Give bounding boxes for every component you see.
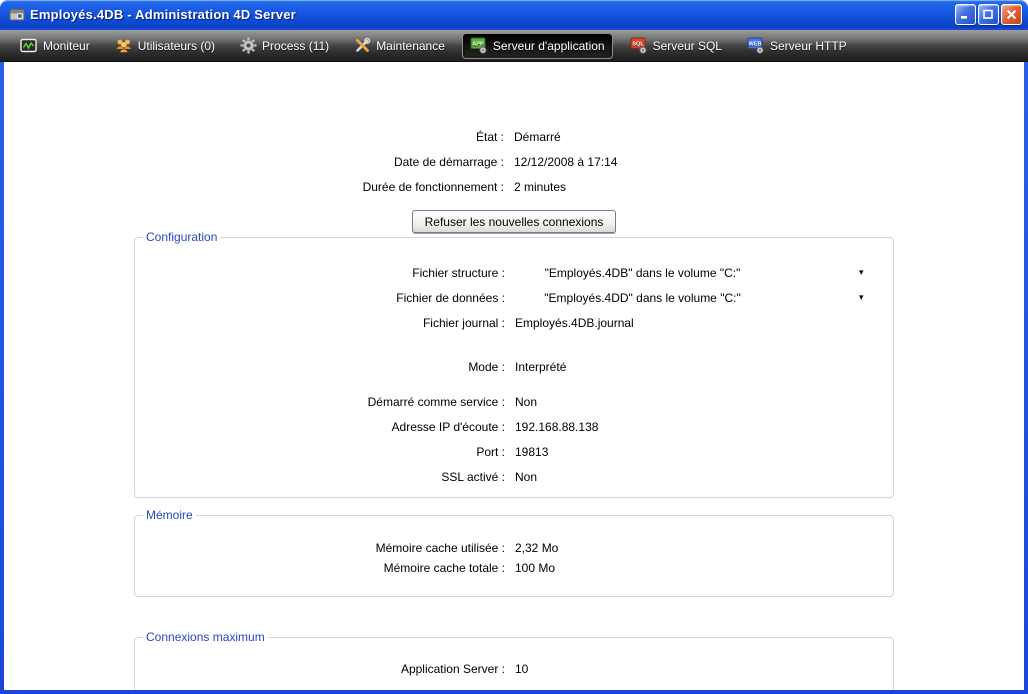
app-window: Employés.4DB - Administration 4D Server <box>0 0 1028 694</box>
content-area: État : Démarré Date de démarrage : 12/12… <box>4 62 1024 690</box>
config-row-fichier-donnees: Fichier de données : "Employés.4DD" dans… <box>135 285 883 310</box>
close-button[interactable] <box>1001 4 1022 25</box>
field-label: SSL activé : <box>135 470 505 484</box>
dropdown-arrow-icon[interactable]: ▾ <box>859 292 864 301</box>
field-value: 2,32 Mo <box>515 541 558 555</box>
config-row-ssl: SSL activé : Non <box>135 464 883 489</box>
field-label: Application Server : <box>135 662 505 676</box>
maximize-button[interactable] <box>978 4 999 25</box>
monitor-chart-icon <box>20 38 38 54</box>
field-value: 2 minutes <box>514 180 566 194</box>
gear-icon <box>240 37 257 54</box>
toolbar-item-label: Utilisateurs (0) <box>138 39 215 53</box>
conn-row-application-server: Application Server : 10 <box>135 659 883 679</box>
field-label: Mode : <box>135 360 505 374</box>
max-connections-group-title: Connexions maximum <box>143 630 268 644</box>
config-row-fichier-structure: Fichier structure : "Employés.4DB" dans … <box>135 260 883 285</box>
memory-group-title: Mémoire <box>143 508 196 522</box>
field-label: Port : <box>135 445 505 459</box>
status-row-date-demarrage: Date de démarrage : 12/12/2008 à 17:14 <box>4 149 1024 174</box>
config-row-mode: Mode : Interprété <box>135 354 883 379</box>
app-server-icon: APP <box>470 37 488 54</box>
users-icon <box>115 38 133 54</box>
close-icon <box>1006 9 1017 20</box>
field-value: Employés.4DB.journal <box>515 316 634 330</box>
field-label: Démarré comme service : <box>135 395 505 409</box>
server-status-block: État : Démarré Date de démarrage : 12/12… <box>4 62 1024 199</box>
field-label: Adresse IP d'écoute : <box>135 420 505 434</box>
config-row-service: Démarré comme service : Non <box>135 389 883 414</box>
sql-server-icon: SQL <box>630 37 648 54</box>
config-row-port: Port : 19813 <box>135 439 883 464</box>
configuration-group-title: Configuration <box>143 230 220 244</box>
field-value: 10 <box>515 662 528 676</box>
toolbar-item-moniteur[interactable]: Moniteur <box>12 33 98 59</box>
field-value: Non <box>515 395 537 409</box>
field-value: 100 Mo <box>515 561 555 575</box>
memory-row-cache-totale: Mémoire cache totale : 100 Mo <box>135 558 883 578</box>
minimize-button[interactable] <box>955 4 976 25</box>
status-row-duree: Durée de fonctionnement : 2 minutes <box>4 174 1024 199</box>
status-row-etat: État : Démarré <box>4 124 1024 149</box>
toolbar-item-label: Serveur SQL <box>653 39 722 53</box>
toolbar-item-label: Maintenance <box>376 39 445 53</box>
field-label: Fichier journal : <box>135 316 505 330</box>
window-title: Employés.4DB - Administration 4D Server <box>30 7 955 22</box>
field-label: État : <box>4 130 504 144</box>
max-connections-group: Connexions maximum Application Server : … <box>134 630 894 690</box>
field-value: "Employés.4DD" dans le volume "C:" <box>515 291 770 305</box>
config-row-fichier-journal: Fichier journal : Employés.4DB.journal <box>135 310 883 335</box>
field-label: Fichier de données : <box>135 291 505 305</box>
toolbar-item-label: Serveur d'application <box>493 39 605 53</box>
field-value: Non <box>515 470 537 484</box>
toolbar-item-label: Moniteur <box>43 39 90 53</box>
field-label: Durée de fonctionnement : <box>4 180 504 194</box>
toolbar-item-serveur-sql[interactable]: SQL Serveur SQL <box>622 33 730 59</box>
field-label: Mémoire cache utilisée : <box>135 541 505 555</box>
toolbar-item-label: Serveur HTTP <box>770 39 847 53</box>
svg-text:SQL: SQL <box>632 42 644 48</box>
refuse-connections-button[interactable]: Refuser les nouvelles connexions <box>412 210 617 233</box>
toolbar-item-label: Process (11) <box>262 39 329 53</box>
dropdown-arrow-icon[interactable]: ▾ <box>859 267 864 276</box>
field-label: Fichier structure : <box>135 266 505 280</box>
config-row-adresse-ip: Adresse IP d'écoute : 192.168.88.138 <box>135 414 883 439</box>
titlebar: Employés.4DB - Administration 4D Server <box>0 0 1028 28</box>
field-label: Date de démarrage : <box>4 155 504 169</box>
field-value: Interprété <box>515 360 566 374</box>
toolbar-item-maintenance[interactable]: Maintenance <box>346 33 453 59</box>
toolbar-item-serveur-http[interactable]: WEB Serveur HTTP <box>739 33 855 59</box>
field-value: 19813 <box>515 445 548 459</box>
toolbar-item-utilisateurs[interactable]: Utilisateurs (0) <box>107 33 223 59</box>
field-value: "Employés.4DB" dans le volume "C:" <box>515 266 770 280</box>
maximize-icon <box>983 9 994 20</box>
field-value: Démarré <box>514 130 561 144</box>
structure-file-dropdown[interactable]: "Employés.4DB" dans le volume "C:" ▾ <box>515 266 883 280</box>
minimize-icon <box>960 9 971 20</box>
tools-icon <box>354 37 371 54</box>
configuration-group: Configuration Fichier structure : "Emplo… <box>134 230 894 498</box>
field-value: 192.168.88.138 <box>515 420 598 434</box>
window-controls <box>955 4 1022 25</box>
app-4d-icon[interactable] <box>9 6 25 22</box>
toolbar-item-process[interactable]: Process (11) <box>232 33 337 59</box>
svg-text:WEB: WEB <box>748 42 761 48</box>
memory-row-cache-utilisee: Mémoire cache utilisée : 2,32 Mo <box>135 538 883 558</box>
field-value: 12/12/2008 à 17:14 <box>514 155 617 169</box>
web-server-icon: WEB <box>747 37 765 54</box>
memory-group: Mémoire Mémoire cache utilisée : 2,32 Mo… <box>134 508 894 597</box>
svg-text:APP: APP <box>472 42 484 48</box>
toolbar-item-serveur-application[interactable]: APP Serveur d'application <box>462 33 613 59</box>
main-toolbar: Moniteur Utilisateurs (0) <box>0 30 1028 62</box>
data-file-dropdown[interactable]: "Employés.4DD" dans le volume "C:" ▾ <box>515 291 883 305</box>
field-label: Mémoire cache totale : <box>135 561 505 575</box>
